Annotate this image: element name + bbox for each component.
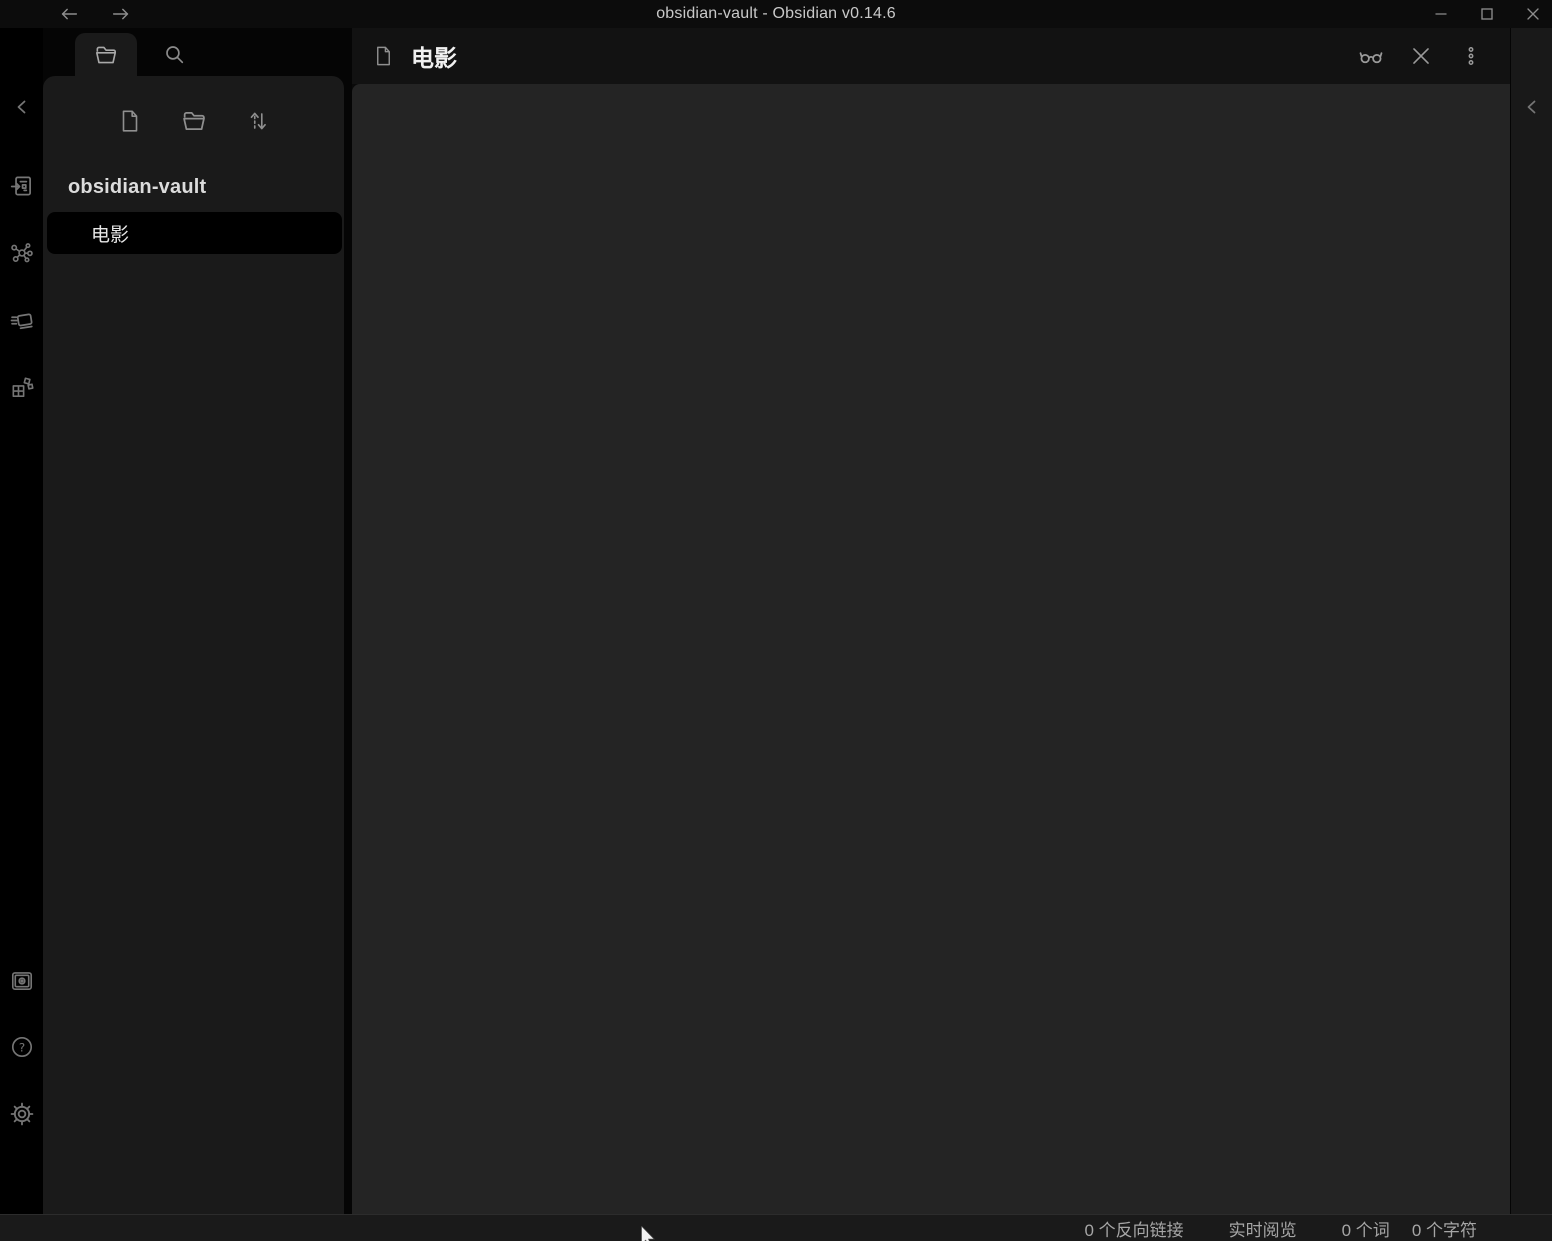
sort-arrows-icon — [245, 108, 271, 134]
close-icon — [1408, 43, 1434, 69]
arrow-left-icon — [58, 3, 80, 25]
close-pane-button[interactable] — [1408, 43, 1434, 69]
maximize-icon — [1477, 4, 1497, 24]
graph-view-button[interactable] — [8, 239, 36, 267]
editor-header: 电影 — [352, 28, 1510, 84]
vault-name: obsidian-vault — [68, 176, 344, 199]
status-bar: 0 个反向链接 实时阅览 0 个词 0 个字符 — [0, 1214, 1552, 1241]
minimize-button[interactable] — [1428, 1, 1454, 27]
left-sidebar: obsidian-vault 电影 — [43, 28, 352, 1214]
daily-note-button[interactable] — [8, 306, 36, 334]
graph-icon — [9, 240, 35, 266]
help-button[interactable]: ? — [8, 1033, 36, 1061]
tab-file-explorer[interactable] — [75, 33, 137, 76]
new-folder-icon — [180, 107, 208, 135]
folder-icon — [93, 42, 119, 68]
arrow-right-icon — [110, 3, 132, 25]
settings-button[interactable] — [8, 1100, 36, 1128]
templates-blocks-icon — [9, 374, 35, 400]
status-backlinks[interactable]: 0 个反向链接 — [1084, 1216, 1183, 1241]
status-char-count: 0 个字符 — [1412, 1216, 1477, 1241]
close-icon — [1523, 4, 1543, 24]
new-folder-button[interactable] — [179, 106, 209, 136]
quick-switcher-button[interactable] — [8, 172, 36, 200]
tab-search[interactable] — [143, 33, 205, 76]
open-another-vault-button[interactable] — [8, 967, 36, 995]
chevron-left-icon — [10, 95, 34, 119]
vault-icon — [9, 968, 35, 994]
svg-text:?: ? — [19, 1040, 25, 1054]
editor-pane: 电影 — [352, 28, 1510, 1214]
file-explorer-panel: obsidian-vault 电影 — [43, 76, 344, 1214]
maximize-button[interactable] — [1474, 1, 1500, 27]
window-title: obsidian-vault - Obsidian v0.14.6 — [656, 5, 896, 23]
note-file-icon — [372, 43, 395, 69]
file-item-label: 电影 — [47, 220, 129, 247]
more-options-button[interactable] — [1458, 43, 1484, 69]
new-note-icon — [117, 108, 143, 134]
search-icon — [162, 42, 187, 67]
kebab-menu-icon — [1459, 44, 1483, 68]
sort-order-button[interactable] — [243, 106, 273, 136]
templates-button[interactable] — [8, 373, 36, 401]
status-word-count: 0 个词 — [1342, 1216, 1390, 1241]
mouse-cursor — [641, 1226, 657, 1241]
daily-note-icon — [9, 307, 35, 333]
editor-content[interactable] — [352, 84, 1510, 1214]
collapse-left-sidebar-button[interactable] — [8, 93, 36, 121]
status-editor-mode[interactable]: 实时阅览 — [1229, 1216, 1297, 1241]
new-note-button[interactable] — [115, 106, 145, 136]
file-item-selected[interactable]: 电影 — [47, 212, 342, 254]
chevron-left-icon — [1520, 95, 1544, 119]
help-icon: ? — [9, 1034, 35, 1060]
note-title: 电影 — [411, 39, 457, 73]
left-ribbon: ? — [0, 28, 43, 1214]
glasses-icon — [1357, 42, 1385, 70]
toggle-reading-view-button[interactable] — [1358, 43, 1384, 69]
close-window-button[interactable] — [1520, 1, 1546, 27]
gear-icon — [9, 1101, 35, 1127]
obsidian-window: obsidian-vault - Obsidian v0.14.6 — [0, 0, 1552, 1241]
titlebar[interactable]: obsidian-vault - Obsidian v0.14.6 — [0, 0, 1552, 28]
navigate-back-button[interactable] — [56, 1, 82, 27]
right-sidebar-strip — [1511, 28, 1552, 1214]
navigate-forward-button[interactable] — [108, 1, 134, 27]
minimize-icon — [1431, 4, 1451, 24]
quick-switcher-icon — [9, 173, 35, 199]
expand-right-sidebar-button[interactable] — [1518, 93, 1546, 121]
